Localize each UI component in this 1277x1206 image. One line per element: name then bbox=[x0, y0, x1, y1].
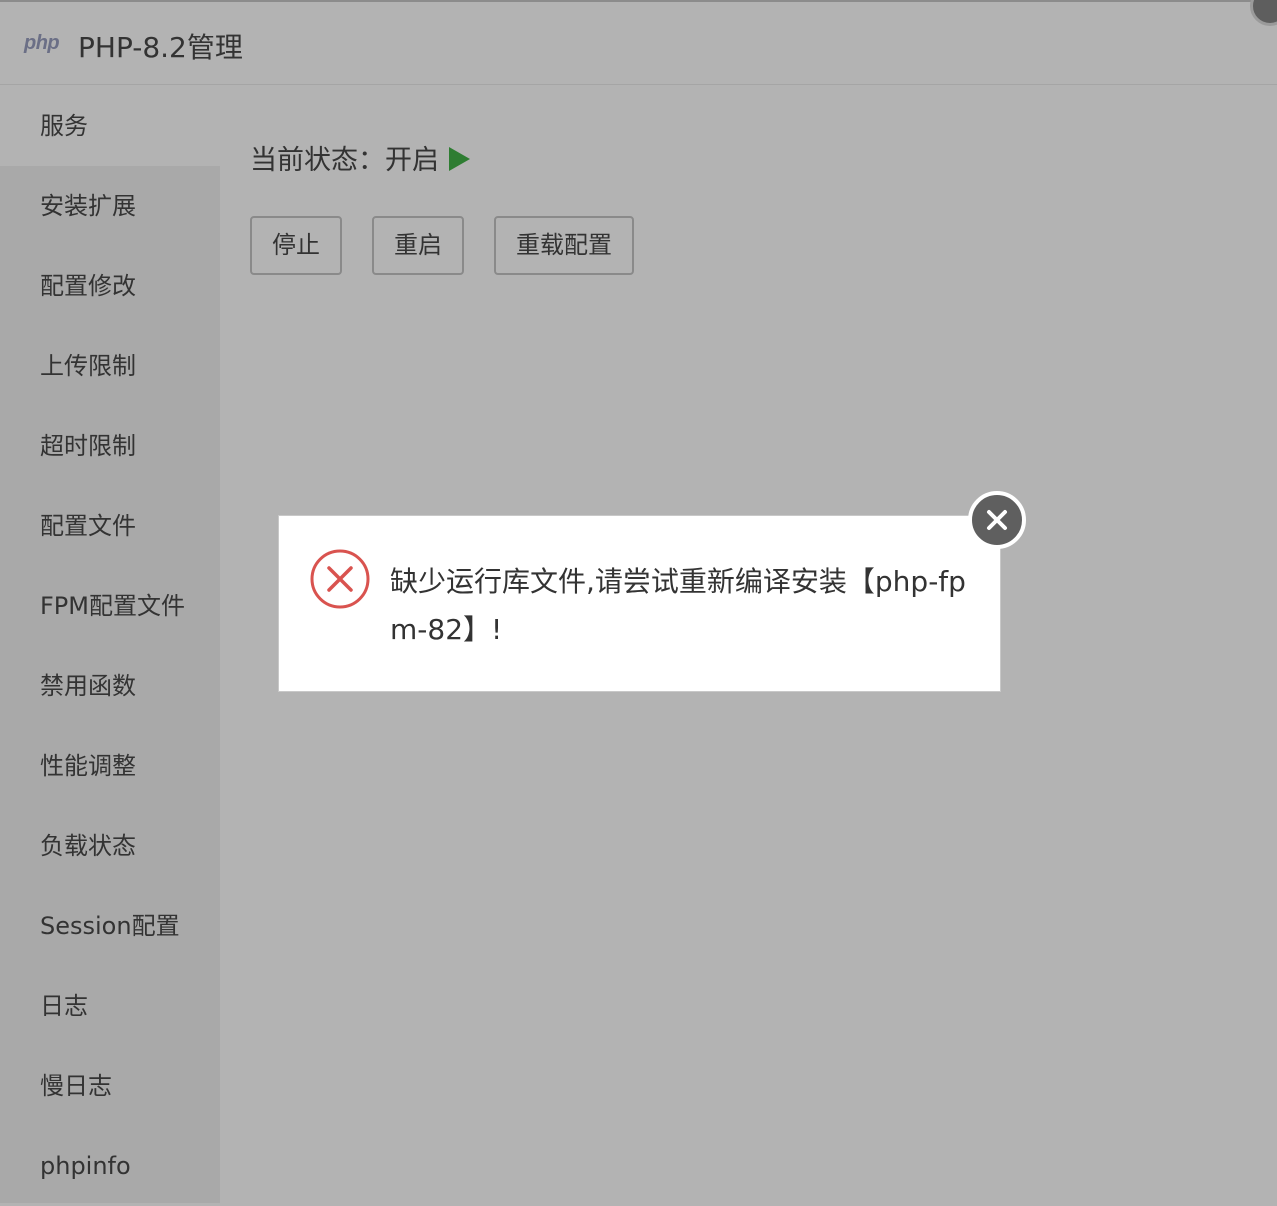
sidebar-item-load-status[interactable]: 负载状态 bbox=[0, 806, 220, 886]
dialog-close-button[interactable] bbox=[968, 491, 1026, 549]
sidebar-item-fpm-config-file[interactable]: FPM配置文件 bbox=[0, 566, 220, 646]
service-status-text: 当前状态：开启 bbox=[250, 145, 439, 176]
sidebar-item-session-config[interactable]: Session配置 bbox=[0, 886, 220, 966]
title-bar: php PHP-8.2管理 bbox=[0, 0, 1277, 85]
service-status: 当前状态：开启 bbox=[250, 138, 470, 177]
php-logo: php bbox=[24, 32, 60, 54]
error-icon bbox=[310, 549, 370, 609]
window-title: PHP-8.2管理 bbox=[78, 31, 243, 64]
error-dialog: 缺少运行库文件,请尝试重新编译安装【php-fpm-82】! bbox=[278, 515, 1001, 692]
sidebar-item-config-file[interactable]: 配置文件 bbox=[0, 486, 220, 566]
sidebar-item-service[interactable]: 服务 bbox=[0, 86, 220, 166]
sidebar-item-performance-tuning[interactable]: 性能调整 bbox=[0, 726, 220, 806]
window-close-icon[interactable] bbox=[1250, 0, 1277, 26]
window-top-border bbox=[0, 0, 1277, 2]
restart-button[interactable]: 重启 bbox=[372, 216, 464, 275]
reload-config-button[interactable]: 重载配置 bbox=[494, 216, 634, 275]
sidebar-item-timeout-limit[interactable]: 超时限制 bbox=[0, 406, 220, 486]
sidebar-item-install-extensions[interactable]: 安装扩展 bbox=[0, 166, 220, 246]
sidebar-item-phpinfo[interactable]: phpinfo bbox=[0, 1126, 220, 1206]
sidebar-item-log[interactable]: 日志 bbox=[0, 966, 220, 1046]
stop-button[interactable]: 停止 bbox=[250, 216, 342, 275]
sidebar: 服务 安装扩展 配置修改 上传限制 超时限制 配置文件 FPM配置文件 禁用函数… bbox=[0, 86, 220, 1203]
play-icon bbox=[449, 147, 470, 171]
close-icon bbox=[987, 510, 1007, 530]
error-message: 缺少运行库文件,请尝试重新编译安装【php-fpm-82】! bbox=[390, 565, 966, 646]
sidebar-item-config-edit[interactable]: 配置修改 bbox=[0, 246, 220, 326]
sidebar-item-upload-limit[interactable]: 上传限制 bbox=[0, 326, 220, 406]
sidebar-item-slow-log[interactable]: 慢日志 bbox=[0, 1046, 220, 1126]
sidebar-item-disabled-functions[interactable]: 禁用函数 bbox=[0, 646, 220, 726]
